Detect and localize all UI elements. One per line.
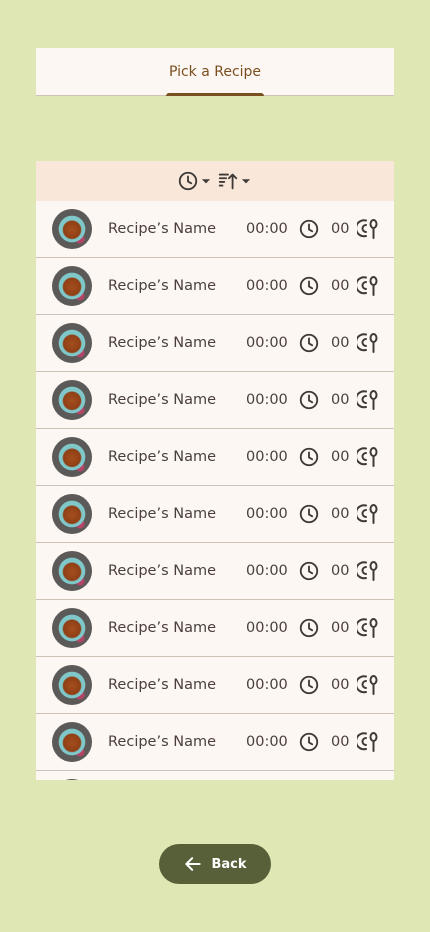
servings-icon bbox=[355, 217, 379, 245]
sort-order-button[interactable] bbox=[217, 170, 253, 192]
recipe-servings: 00 bbox=[331, 335, 350, 351]
recipe-thumbnail bbox=[52, 380, 92, 420]
recipe-name: Recipe’s Name bbox=[108, 221, 217, 237]
back-button[interactable]: Back bbox=[159, 844, 271, 884]
servings-icon bbox=[355, 673, 379, 701]
recipe-thumbnail bbox=[52, 665, 92, 705]
clock-icon bbox=[298, 560, 320, 586]
recipe-thumbnail bbox=[52, 779, 92, 780]
list-item[interactable]: Recipe’s Name 00:00 00 bbox=[36, 429, 394, 486]
servings-icon bbox=[355, 502, 379, 530]
recipe-time: 00:00 bbox=[246, 506, 288, 522]
recipe-time: 00:00 bbox=[246, 392, 288, 408]
clock-icon bbox=[298, 446, 320, 472]
recipe-name: Recipe’s Name bbox=[108, 335, 217, 351]
sort-icon bbox=[218, 173, 238, 190]
recipe-thumbnail bbox=[52, 266, 92, 306]
servings-icon bbox=[355, 730, 379, 758]
clock-icon bbox=[298, 389, 320, 415]
clock-icon bbox=[298, 674, 320, 700]
recipe-thumbnail bbox=[52, 209, 92, 249]
servings-icon bbox=[355, 388, 379, 416]
recipe-time: 00:00 bbox=[246, 620, 288, 636]
recipe-name: Recipe’s Name bbox=[108, 449, 217, 465]
arrow-back-icon bbox=[185, 857, 202, 871]
recipe-time: 00:00 bbox=[246, 449, 288, 465]
list-item[interactable]: Recipe’s Name 00:00 00 bbox=[36, 201, 394, 258]
recipe-servings: 00 bbox=[331, 734, 350, 750]
recipe-thumbnail bbox=[52, 551, 92, 591]
arrow-drop-down-icon bbox=[241, 179, 251, 184]
recipe-list[interactable]: Recipe’s Name 00:00 00 Recipe’s Name 00:00 00… bbox=[36, 201, 394, 780]
list-item[interactable] bbox=[36, 771, 394, 780]
recipe-name: Recipe’s Name bbox=[108, 506, 217, 522]
list-item[interactable]: Recipe’s Name 00:00 00 bbox=[36, 372, 394, 429]
clock-icon bbox=[298, 503, 320, 529]
servings-icon bbox=[355, 274, 379, 302]
tab-indicator bbox=[166, 93, 264, 96]
recipe-servings: 00 bbox=[331, 392, 350, 408]
list-item[interactable]: Recipe’s Name 00:00 00 bbox=[36, 258, 394, 315]
list-item[interactable]: Recipe’s Name 00:00 00 bbox=[36, 315, 394, 372]
recipe-thumbnail bbox=[52, 608, 92, 648]
recipe-servings: 00 bbox=[331, 449, 350, 465]
recipe-thumbnail bbox=[52, 323, 92, 363]
servings-icon bbox=[355, 616, 379, 644]
recipe-thumbnail bbox=[52, 722, 92, 762]
servings-icon bbox=[355, 331, 379, 359]
clock-icon bbox=[298, 617, 320, 643]
list-item[interactable]: Recipe’s Name 00:00 00 bbox=[36, 714, 394, 771]
recipe-time: 00:00 bbox=[246, 677, 288, 693]
list-item[interactable]: Recipe’s Name 00:00 00 bbox=[36, 600, 394, 657]
list-item[interactable]: Recipe’s Name 00:00 00 bbox=[36, 657, 394, 714]
recipe-time: 00:00 bbox=[246, 734, 288, 750]
sort-bar bbox=[36, 161, 394, 201]
clock-icon bbox=[298, 332, 320, 358]
servings-icon bbox=[355, 445, 379, 473]
recipe-time: 00:00 bbox=[246, 278, 288, 294]
list-item[interactable]: Recipe’s Name 00:00 00 bbox=[36, 543, 394, 600]
tab-pick-recipe[interactable]: Pick a Recipe bbox=[169, 64, 261, 80]
recipe-servings: 00 bbox=[331, 620, 350, 636]
recipe-time: 00:00 bbox=[246, 221, 288, 237]
recipe-name: Recipe’s Name bbox=[108, 734, 217, 750]
recipe-servings: 00 bbox=[331, 677, 350, 693]
recipe-name: Recipe’s Name bbox=[108, 392, 217, 408]
recipe-servings: 00 bbox=[331, 506, 350, 522]
arrow-drop-down-icon bbox=[201, 179, 211, 184]
servings-icon bbox=[355, 559, 379, 587]
sort-by-time-button[interactable] bbox=[177, 170, 213, 192]
back-button-label: Back bbox=[211, 856, 247, 872]
list-item[interactable]: Recipe’s Name 00:00 00 bbox=[36, 486, 394, 543]
clock-icon bbox=[178, 171, 198, 191]
recipe-thumbnail bbox=[52, 494, 92, 534]
recipe-servings: 00 bbox=[331, 221, 350, 237]
tab-bar: Pick a Recipe bbox=[36, 48, 394, 96]
recipe-time: 00:00 bbox=[246, 563, 288, 579]
recipe-time: 00:00 bbox=[246, 335, 288, 351]
recipe-thumbnail bbox=[52, 437, 92, 477]
clock-icon bbox=[298, 731, 320, 757]
recipe-servings: 00 bbox=[331, 563, 350, 579]
recipe-servings: 00 bbox=[331, 278, 350, 294]
clock-icon bbox=[298, 275, 320, 301]
clock-icon bbox=[298, 218, 320, 244]
recipe-name: Recipe’s Name bbox=[108, 278, 217, 294]
recipe-name: Recipe’s Name bbox=[108, 677, 217, 693]
recipe-name: Recipe’s Name bbox=[108, 563, 217, 579]
recipe-name: Recipe’s Name bbox=[108, 620, 217, 636]
